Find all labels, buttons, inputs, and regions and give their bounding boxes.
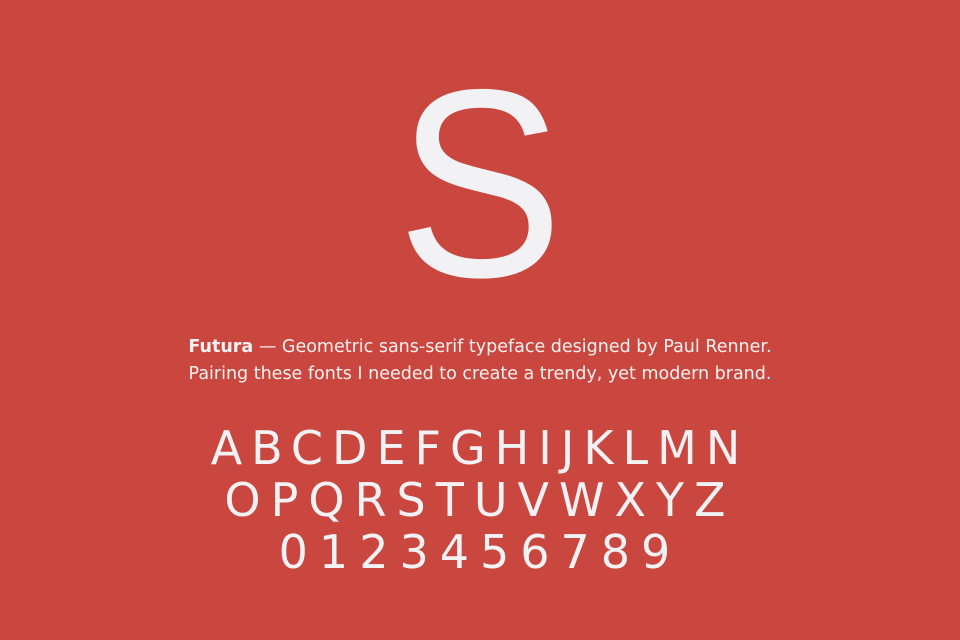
font-summary: Geometric sans-serif typeface designed b… — [281, 337, 772, 357]
font-description: Futura — Geometric sans-serif typeface d… — [0, 334, 960, 388]
digits-row: 0123456789 — [278, 525, 682, 579]
alphabet-row-o-z: OPQRSTUVWXYZ — [224, 473, 736, 527]
font-name: Futura — [188, 337, 254, 357]
specimen-letter-s: S — [396, 33, 564, 333]
em-dash: — — [258, 337, 277, 357]
description-line-2: Pairing these fonts I needed to create a… — [188, 364, 772, 384]
alphabet-row-a-n: ABCDEFGHIJKLMN — [210, 421, 750, 475]
description-line-1: Futura — Geometric sans-serif typeface d… — [0, 334, 960, 361]
